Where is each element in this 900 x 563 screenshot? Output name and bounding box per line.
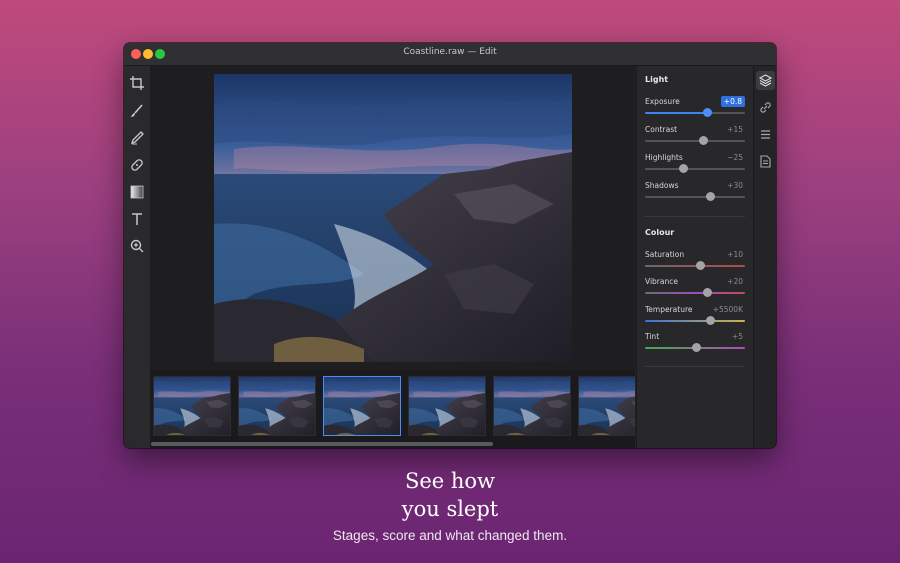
list-icon[interactable]	[756, 125, 775, 144]
saturation-slider[interactable]	[645, 261, 745, 270]
shadows-slider[interactable]	[645, 192, 745, 201]
vibrance-slider-knob[interactable]	[703, 288, 712, 297]
contrast-slider[interactable]	[645, 136, 745, 145]
temperature-slider-knob[interactable]	[706, 316, 715, 325]
filmstrip-thumbnail[interactable]	[578, 376, 635, 436]
tool-palette	[124, 66, 151, 448]
crop-icon[interactable]	[128, 74, 146, 92]
saturation-label: Saturation	[645, 250, 685, 259]
saturation-value: +10	[727, 250, 743, 259]
link-icon[interactable]	[756, 98, 775, 117]
section-divider	[645, 366, 745, 367]
heal-icon[interactable]	[128, 156, 146, 174]
filmstrip-thumbnail-selected[interactable]	[323, 376, 401, 436]
temperature-value: +5500K	[712, 305, 743, 314]
filmstrip-thumbnail[interactable]	[238, 376, 316, 436]
pen-icon[interactable]	[128, 129, 146, 147]
contrast-label: Contrast	[645, 125, 678, 134]
filmstrip-scroll-thumb[interactable]	[151, 442, 493, 446]
saturation-slider-knob[interactable]	[696, 261, 705, 270]
exposure-slider-fill	[645, 112, 707, 114]
subline: Stages, score and what changed them.	[332, 528, 568, 543]
window-title: Coastline.raw — Edit	[403, 47, 497, 57]
colour-section-title: Colour	[645, 228, 675, 237]
document-icon[interactable]	[756, 152, 775, 171]
highlights-label: Highlights	[645, 153, 683, 162]
tint-slider-knob[interactable]	[692, 343, 701, 352]
shadows-value: +30	[727, 181, 743, 190]
text-icon[interactable]	[128, 210, 146, 228]
exposure-slider[interactable]	[645, 108, 745, 117]
contrast-slider-knob[interactable]	[699, 136, 708, 145]
exposure-value[interactable]: +0.8	[720, 96, 745, 107]
shadows-label: Shadows	[645, 181, 679, 190]
adjustments-panel: Light Exposure +0.8 Contrast +15 Highlig…	[636, 66, 753, 448]
vibrance-slider[interactable]	[645, 288, 745, 297]
gradient-icon[interactable]	[128, 183, 146, 201]
vibrance-label: Vibrance	[645, 277, 678, 286]
panel-switcher	[753, 66, 776, 448]
shadows-slider-knob[interactable]	[706, 192, 715, 201]
title-bar: Coastline.raw — Edit	[124, 43, 776, 66]
headline-line-1: See how	[404, 469, 496, 493]
section-divider	[645, 216, 745, 217]
highlights-slider-knob[interactable]	[679, 164, 688, 173]
main-photo[interactable]	[214, 74, 572, 362]
tint-value: +5	[731, 332, 743, 341]
highlights-slider[interactable]	[645, 164, 745, 173]
filmstrip-scrollbar[interactable]	[151, 442, 635, 448]
headline-line-2: you slept	[401, 497, 499, 521]
temperature-slider[interactable]	[645, 316, 745, 325]
exposure-slider-knob[interactable]	[703, 108, 712, 117]
filmstrip-thumbnail[interactable]	[408, 376, 486, 436]
highlights-value: −25	[727, 153, 743, 162]
exposure-label: Exposure	[645, 97, 680, 106]
vibrance-value: +20	[727, 277, 743, 286]
contrast-value: +15	[727, 125, 743, 134]
filmstrip-thumbnail[interactable]	[153, 376, 231, 436]
light-section-title: Light	[645, 75, 669, 84]
brush-icon[interactable]	[128, 102, 146, 120]
temperature-label: Temperature	[645, 305, 693, 314]
tint-slider[interactable]	[645, 343, 745, 352]
filmstrip	[151, 370, 635, 442]
photo-canvas[interactable]	[151, 66, 635, 370]
tint-label: Tint	[645, 332, 660, 341]
editor-window: Coastline.raw — Edit Light Exposure +0.8…	[124, 43, 776, 448]
zoom-icon[interactable]	[128, 237, 146, 255]
layers-icon[interactable]	[756, 71, 775, 90]
filmstrip-thumbnail[interactable]	[493, 376, 571, 436]
